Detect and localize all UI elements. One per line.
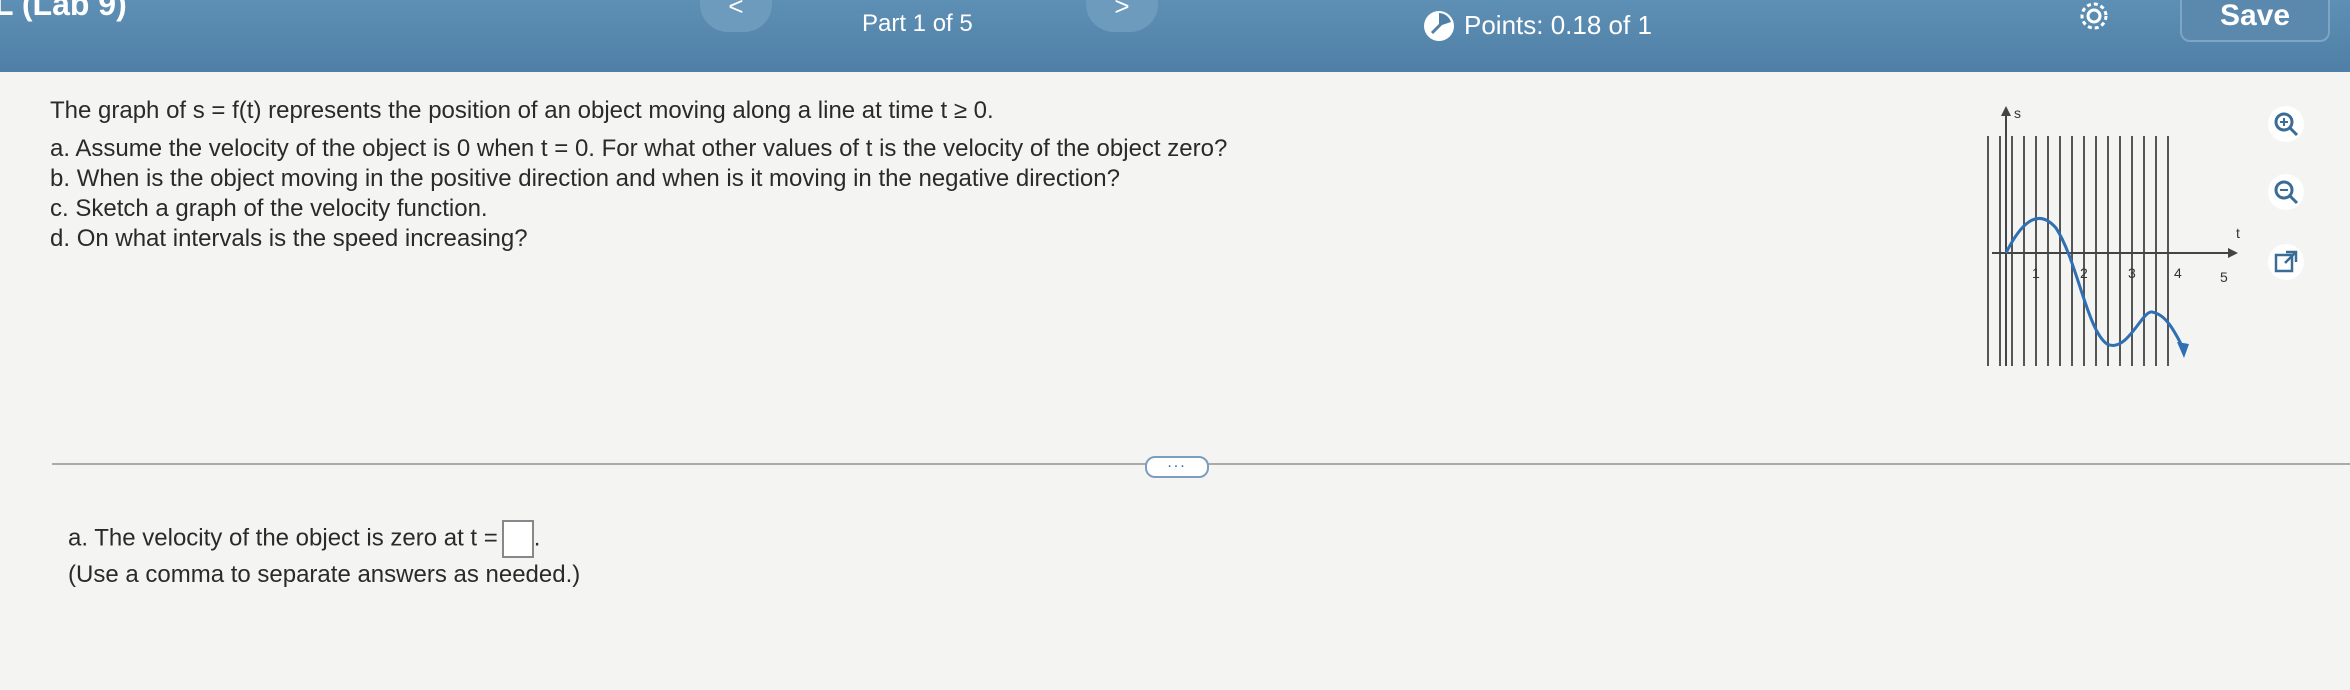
answer-prompt: a. The velocity of the object is zero at… [68,524,498,552]
part-letter: c. [50,195,69,222]
gear-icon[interactable] [2078,0,2112,30]
t-axis-arrow [2228,248,2238,258]
popout-icon[interactable] [2268,244,2304,280]
answer-input[interactable] [501,520,534,558]
partial-credit-icon [1424,10,1454,41]
part-text: Sketch a graph of the velocity function. [75,195,488,222]
t-axis-label: t [2236,225,2240,241]
answer-section: a. The velocity of the object is zero at… [68,520,580,592]
part-indicator: Part 1 of 5 [862,10,973,37]
part-letter: a. [50,135,71,162]
x-tick-1: 1 [2032,265,2040,281]
x-tick-4: 4 [2174,265,2182,281]
x-tick-2: 2 [2080,265,2088,281]
question-part-d: d. On what intervals is the speed increa… [50,224,1350,254]
grid-lines [1987,136,2169,366]
expand-more-button[interactable]: ... [1145,455,1209,478]
answer-suffix: . [533,524,541,552]
points-label: Points: 0.18 of 1 [1464,10,1652,40]
answer-line: a. The velocity of the object is zero at… [68,520,580,558]
question-part-a: a. Assume the velocity of the object is … [50,134,1350,164]
part-text: When is the object moving in the positiv… [76,165,1120,192]
question-text: The graph of s = f(t) represents the pos… [50,96,1350,254]
next-part-button[interactable]: > [1086,0,1158,32]
part-text: On what intervals is the speed increasin… [76,225,528,252]
s-axis-arrow [2001,106,2011,116]
x-tick-5: 5 [2220,269,2228,285]
part-letter: d. [50,225,71,252]
assignment-title: L (Lab 9) [0,0,127,22]
answer-note: (Use a comma to separate answers as need… [68,561,581,588]
points-indicator: Points: 0.18 of 1 [1424,10,1652,41]
s-axis-label: s [2014,105,2021,121]
curve-end-arrow [2177,342,2189,358]
part-letter: b. [50,165,71,192]
zoom-out-icon[interactable] [2268,174,2304,210]
question-part-c: c. Sketch a graph of the velocity functi… [50,194,1350,224]
zoom-in-icon[interactable] [2268,106,2304,142]
part-text: Assume the velocity of the object is 0 w… [75,135,1228,162]
top-bar: L (Lab 9) < Part 1 of 5 > Points: 0.18 o… [0,0,2350,72]
save-button[interactable]: Save [2180,0,2330,42]
question-parts: a. Assume the velocity of the object is … [50,134,1350,254]
x-tick-3: 3 [2128,265,2136,281]
question-intro: The graph of s = f(t) represents the pos… [50,97,994,124]
position-graph: s t 1 2 3 4 5 [1987,105,2240,366]
question-part-b: b. When is the object moving in the posi… [50,164,1350,194]
previous-part-button[interactable]: < [700,0,772,32]
